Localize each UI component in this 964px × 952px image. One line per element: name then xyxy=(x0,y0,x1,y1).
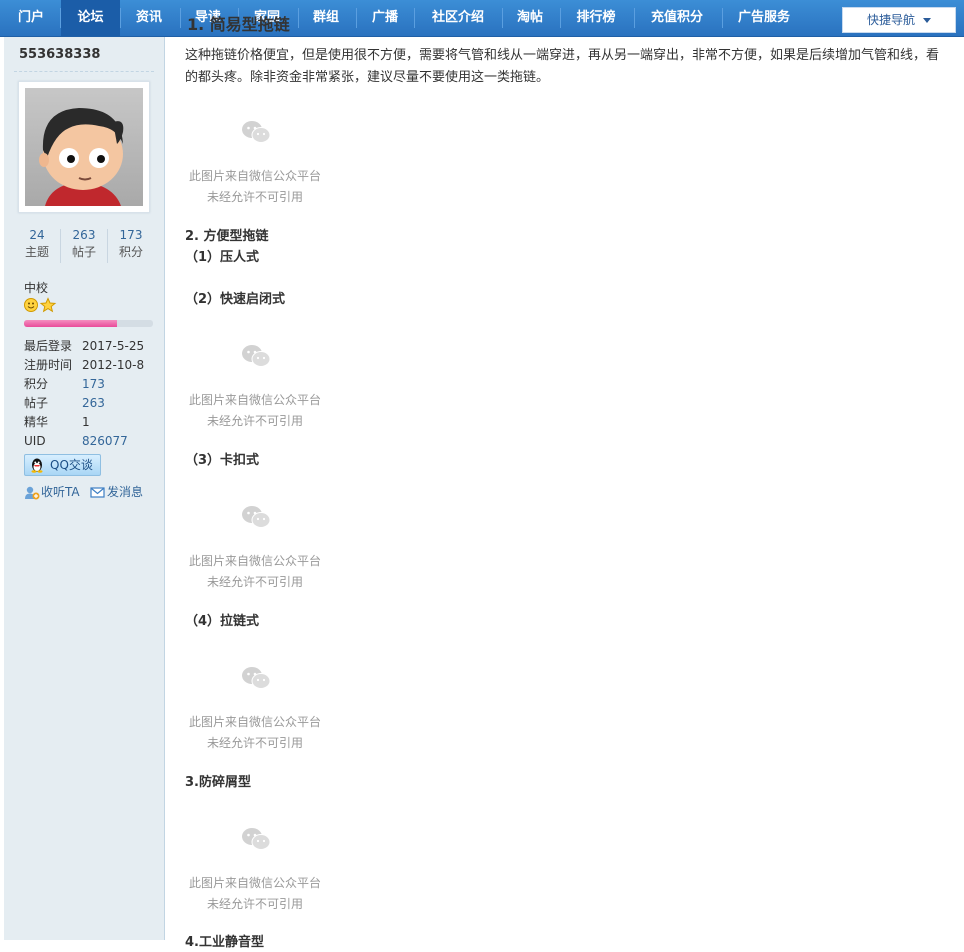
info-key: 注册时间 xyxy=(24,358,73,372)
info-row-points: 积分 173 xyxy=(24,375,159,394)
nav-divider xyxy=(180,8,181,28)
follow-user-icon xyxy=(25,486,40,500)
stat-label: 积分 xyxy=(118,245,143,259)
image-placeholder: 此图片来自微信公众平台 未经允许不可引用 xyxy=(185,666,325,766)
smiley-star-icon xyxy=(24,297,57,313)
info-value-link[interactable]: 826077 xyxy=(82,434,128,448)
user-rank[interactable]: 中校 xyxy=(24,279,48,296)
wechat-icon xyxy=(242,667,271,689)
nav-item-forum[interactable]: 论坛 xyxy=(61,0,120,36)
info-value: 2012-10-8 xyxy=(82,358,145,372)
image-placeholder: 此图片来自微信公众平台 未经允许不可引用 xyxy=(185,505,325,605)
section-heading: 3.防碎屑型 xyxy=(185,775,251,790)
nav-item-portal[interactable]: 门户 xyxy=(8,0,54,36)
wechat-icon xyxy=(242,345,271,367)
image-note-permission: 未经允许不可引用 xyxy=(206,190,303,204)
subsection-heading: （3）卡扣式 xyxy=(185,453,260,468)
info-value-link[interactable]: 173 xyxy=(82,377,105,391)
stat-label: 帖子 xyxy=(71,245,96,259)
section-heading: 4.工业静音型 xyxy=(185,935,264,950)
stat-label: 主题 xyxy=(24,245,49,259)
info-value: 2017-5-25 xyxy=(82,339,145,353)
rank-progress-fill xyxy=(24,320,117,327)
info-row-digest: 精华 1 xyxy=(24,413,159,432)
qq-chat-button[interactable]: QQ交谈 xyxy=(24,454,101,476)
image-note-permission: 未经允许不可引用 xyxy=(206,575,303,589)
user-stats: 24 主题 263 帖子 173 积分 xyxy=(14,227,154,263)
stat-topics[interactable]: 24 主题 xyxy=(14,227,60,261)
image-placeholder: 此图片来自微信公众平台 未经允许不可引用 xyxy=(185,827,325,927)
section-heading: 1. 简易型拖链 xyxy=(187,15,290,34)
rank-progress-bar xyxy=(24,320,153,327)
avatar-image xyxy=(25,88,143,206)
user-profile-sidebar: 553638338 24 主题 263 帖子 173 积分 中校 最后登录 20… xyxy=(4,37,165,940)
send-message-label: 发消息 xyxy=(107,485,144,499)
info-key: 精华 xyxy=(24,415,49,429)
nav-divider xyxy=(120,8,121,28)
follow-label: 收听TA xyxy=(41,485,80,499)
subsection-heading: （4）拉链式 xyxy=(185,614,260,629)
post-content: 1. 简易型拖链 这种拖链价格便宜，但是使用很不方便，需要将气管和线从一端穿进，… xyxy=(185,15,955,950)
username[interactable]: 553638338 xyxy=(19,47,100,62)
info-key: 最后登录 xyxy=(24,339,73,353)
wechat-icon xyxy=(242,828,271,850)
subsection-heading: （1）压人式 xyxy=(185,250,260,265)
image-note-permission: 未经允许不可引用 xyxy=(206,414,303,428)
image-note-permission: 未经允许不可引用 xyxy=(206,736,303,750)
image-note-source: 此图片来自微信公众平台 xyxy=(188,554,321,568)
rank-icons xyxy=(24,297,58,313)
divider xyxy=(14,71,154,72)
image-placeholder: 此图片来自微信公众平台 未经允许不可引用 xyxy=(185,344,325,444)
qq-chat-label: QQ交谈 xyxy=(50,458,93,472)
qq-penguin-icon xyxy=(31,458,43,473)
image-note-permission: 未经允许不可引用 xyxy=(206,897,303,911)
envelope-icon xyxy=(90,487,105,498)
info-row-last-login: 最后登录 2017-5-25 xyxy=(24,337,159,356)
info-key: UID xyxy=(24,434,46,448)
subsection-heading: （2）快速启闭式 xyxy=(185,292,286,307)
stat-value: 173 xyxy=(119,228,143,242)
info-value: 1 xyxy=(82,415,90,429)
avatar[interactable] xyxy=(18,81,150,213)
nav-item-news[interactable]: 资讯 xyxy=(122,0,176,36)
info-key: 帖子 xyxy=(24,396,49,410)
image-note-source: 此图片来自微信公众平台 xyxy=(188,393,321,407)
info-key: 积分 xyxy=(24,377,49,391)
image-note-source: 此图片来自微信公众平台 xyxy=(188,876,321,890)
wechat-icon xyxy=(242,506,271,528)
stat-points[interactable]: 173 积分 xyxy=(108,227,154,261)
stat-value: 24 xyxy=(29,228,45,242)
section-heading: 2. 方便型拖链 xyxy=(185,229,269,244)
wechat-icon xyxy=(242,121,271,143)
info-row-posts: 帖子 263 xyxy=(24,394,159,413)
stat-posts[interactable]: 263 帖子 xyxy=(61,227,107,261)
user-info-list: 最后登录 2017-5-25 注册时间 2012-10-8 积分 173 帖子 263 … xyxy=(24,337,159,451)
image-placeholder: 此图片来自微信公众平台 未经允许不可引用 xyxy=(185,120,325,220)
info-value-link[interactable]: 263 xyxy=(82,396,105,410)
image-note-source: 此图片来自微信公众平台 xyxy=(188,715,321,729)
post-paragraph: 这种拖链价格便宜，但是使用很不方便，需要将气管和线从一端穿进，再从另一端穿出，非… xyxy=(185,48,940,85)
info-row-uid: UID 826077 xyxy=(24,432,159,451)
info-row-register-date: 注册时间 2012-10-8 xyxy=(24,356,159,375)
image-note-source: 此图片来自微信公众平台 xyxy=(188,169,321,183)
stat-value: 263 xyxy=(72,228,96,242)
